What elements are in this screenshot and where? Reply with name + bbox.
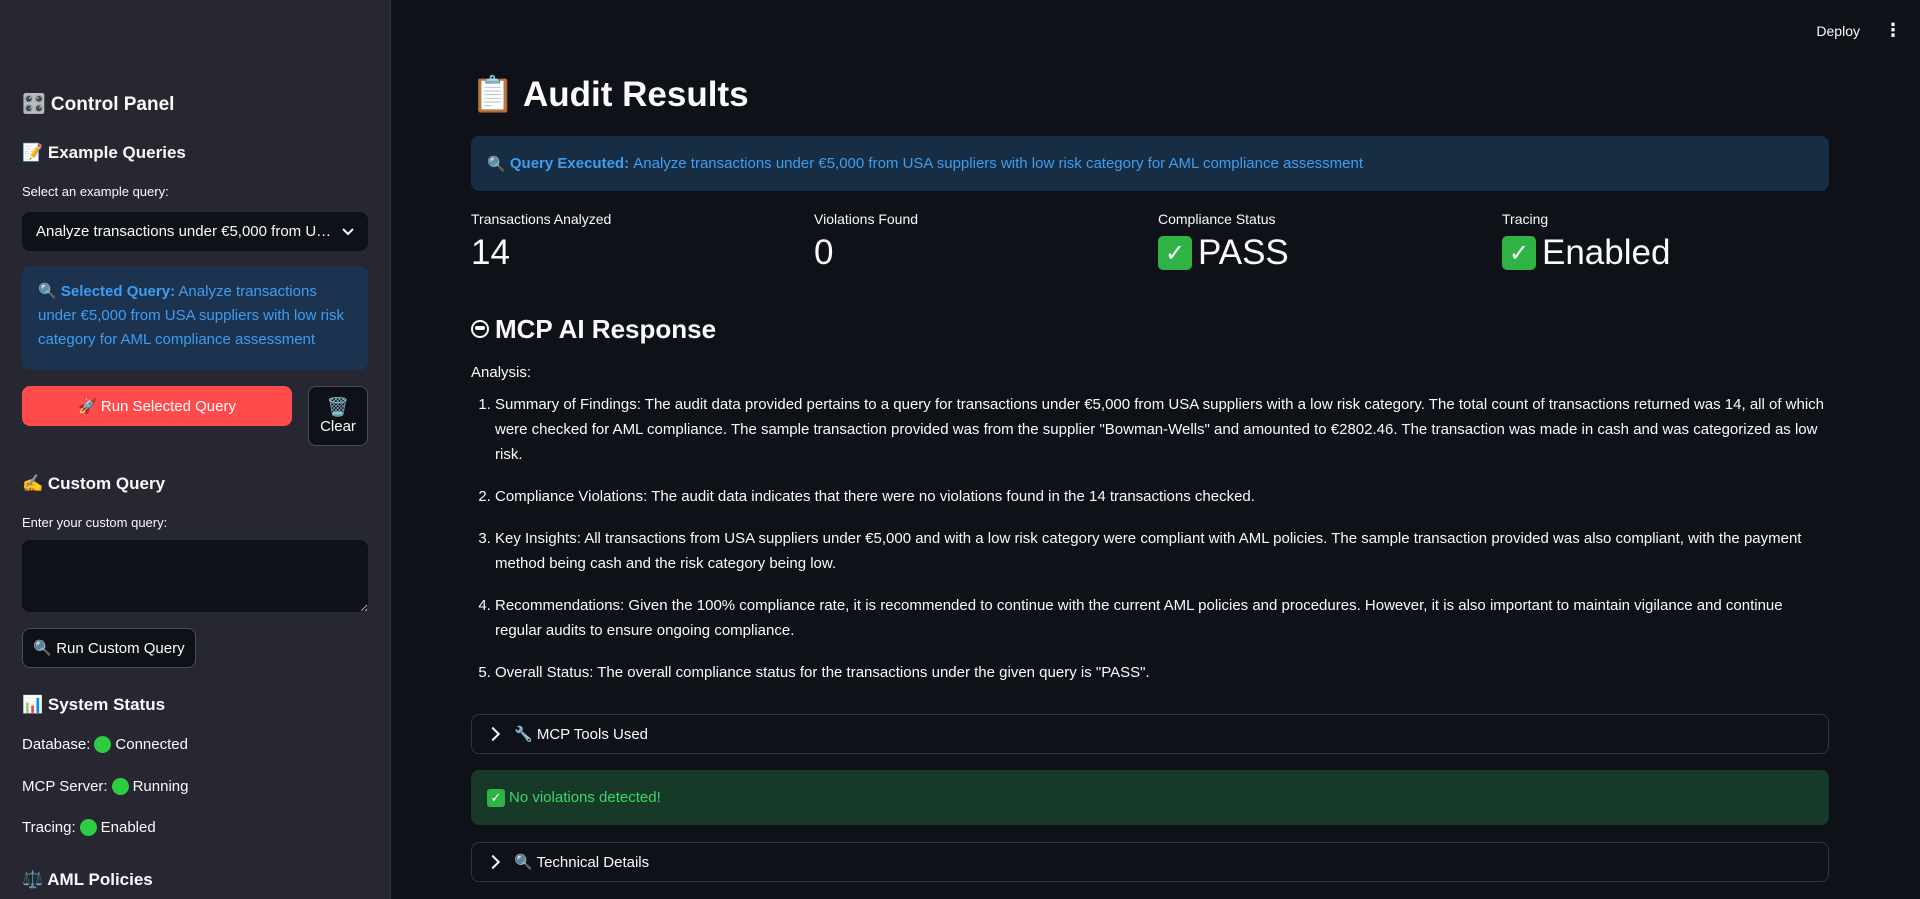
metric-tracing: Tracing ✓ Enabled bbox=[1502, 211, 1670, 273]
aml-policies-heading: ⚖️ AML Policies bbox=[22, 870, 153, 889]
custom-query-label: Enter your custom query: bbox=[22, 515, 168, 530]
example-query-select[interactable]: Analyze transactions under €5,000 from U… bbox=[22, 212, 368, 251]
metric-value: Enabled bbox=[1542, 233, 1671, 272]
list-item: Key Insights: All transactions from USA … bbox=[495, 526, 1829, 576]
run-custom-query-button[interactable]: 🔍 Run Custom Query bbox=[22, 628, 196, 668]
page-title: 📋 Audit Results bbox=[471, 75, 749, 114]
search-icon: 🔍 bbox=[38, 283, 57, 300]
success-alert: ✓ No violations detected! bbox=[471, 770, 1829, 825]
green-circle-icon bbox=[94, 736, 112, 753]
selected-query-info: 🔍 Selected Query: Analyze transactions u… bbox=[22, 266, 368, 370]
status-mcp-server: MCP Server: Running bbox=[22, 778, 188, 795]
top-toolbar: Deploy ⋮ bbox=[1816, 20, 1902, 41]
status-tracing: Tracing: Enabled bbox=[22, 819, 156, 836]
clear-button[interactable]: 🗑️ Clear bbox=[308, 386, 368, 446]
check-mark-icon: ✓ bbox=[487, 788, 505, 807]
metric-label: Compliance Status bbox=[1158, 211, 1276, 227]
chevron-right-icon bbox=[485, 726, 501, 742]
list-item: Summary of Findings: The audit data prov… bbox=[495, 392, 1829, 467]
success-text: No violations detected! bbox=[509, 789, 661, 806]
deploy-button[interactable]: Deploy bbox=[1816, 23, 1860, 39]
status-label: Database: bbox=[22, 736, 91, 753]
expander-label: 🔍 Technical Details bbox=[514, 854, 650, 871]
status-value: Enabled bbox=[100, 819, 156, 836]
findings-list: Summary of Findings: The audit data prov… bbox=[471, 392, 1829, 702]
status-value: Running bbox=[132, 778, 189, 795]
metric-label: Violations Found bbox=[814, 211, 919, 227]
query-executed-alert: 🔍 Query Executed: Analyze transactions u… bbox=[471, 136, 1829, 191]
select-value: Analyze transactions under €5,000 from U… bbox=[36, 223, 336, 240]
mcp-tools-expander[interactable]: 🔧 MCP Tools Used bbox=[471, 714, 1829, 754]
metric-value-row: ✓ PASS bbox=[1158, 233, 1289, 273]
status-label: Tracing: bbox=[22, 819, 76, 836]
control-panel-heading: 🎛️ Control Panel bbox=[22, 94, 175, 115]
search-icon: 🔍 bbox=[487, 155, 510, 173]
green-circle-icon bbox=[79, 819, 97, 836]
green-circle-icon bbox=[111, 778, 129, 795]
check-mark-icon: ✓ bbox=[1502, 236, 1536, 270]
list-item: Recommendations: Given the 100% complian… bbox=[495, 593, 1829, 643]
robot-icon bbox=[471, 314, 489, 345]
chevron-right-icon bbox=[485, 854, 501, 870]
run-selected-query-button[interactable]: 🚀 Run Selected Query bbox=[22, 386, 292, 426]
select-label: Select an example query: bbox=[22, 184, 169, 199]
trash-icon: 🗑️ bbox=[326, 397, 350, 417]
selected-query-label: Selected Query: bbox=[60, 283, 176, 300]
mcp-response-heading: MCP AI Response bbox=[471, 314, 716, 345]
metric-label: Tracing bbox=[1502, 211, 1549, 227]
technical-details-expander[interactable]: 🔍 Technical Details bbox=[471, 842, 1829, 882]
metric-compliance: Compliance Status ✓ PASS bbox=[1158, 211, 1289, 273]
metric-value-row: ✓ Enabled bbox=[1502, 233, 1670, 273]
custom-query-heading: ✍️ Custom Query bbox=[22, 474, 166, 493]
sidebar: 🎛️ Control Panel 📝 Example Queries Selec… bbox=[0, 0, 391, 899]
example-queries-heading: 📝 Example Queries bbox=[22, 143, 186, 162]
query-executed-label: Query Executed: bbox=[509, 155, 630, 172]
list-item: Compliance Violations: The audit data in… bbox=[495, 484, 1829, 509]
check-mark-icon: ✓ bbox=[1158, 236, 1192, 270]
analysis-label: Analysis: bbox=[471, 364, 532, 381]
query-executed-text: Analyze transactions under €5,000 from U… bbox=[633, 155, 1364, 172]
expander-label: 🔧 MCP Tools Used bbox=[514, 726, 649, 743]
clear-label: Clear bbox=[320, 418, 356, 435]
system-status-heading: 📊 System Status bbox=[22, 695, 166, 714]
status-label: MCP Server: bbox=[22, 778, 108, 795]
mcp-response-title: MCP AI Response bbox=[495, 314, 717, 344]
metric-value: 14 bbox=[471, 233, 510, 272]
more-menu-icon[interactable]: ⋮ bbox=[1884, 20, 1902, 41]
status-database: Database: Connected bbox=[22, 736, 188, 753]
metric-value: 0 bbox=[814, 233, 834, 272]
status-value: Connected bbox=[115, 736, 188, 753]
metric-transactions: Transactions Analyzed 14 bbox=[471, 211, 611, 273]
metric-value: PASS bbox=[1198, 233, 1289, 272]
chevron-down-icon bbox=[342, 223, 354, 240]
metric-label: Transactions Analyzed bbox=[471, 211, 612, 227]
list-item: Overall Status: The overall compliance s… bbox=[495, 660, 1829, 685]
metric-violations: Violations Found 0 bbox=[814, 211, 918, 273]
custom-query-input[interactable] bbox=[22, 540, 368, 612]
